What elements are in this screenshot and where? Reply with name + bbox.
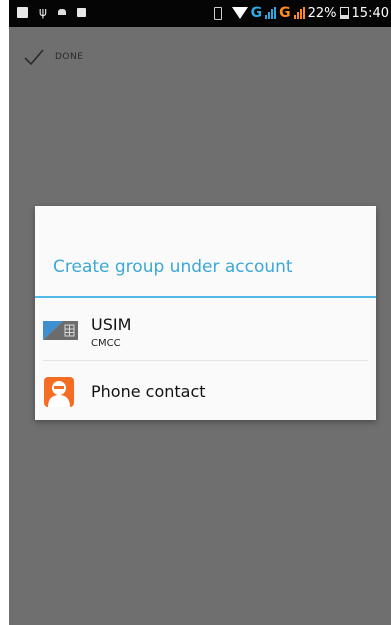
screen: ψ G G 22% 15:40 DONE Create group under … bbox=[9, 0, 391, 625]
status-bar: ψ G G 22% 15:40 bbox=[9, 0, 391, 27]
signal-strength-icon bbox=[265, 7, 277, 19]
wifi-icon bbox=[231, 7, 248, 19]
account-item-usim[interactable]: USIM CMCC bbox=[35, 301, 376, 360]
message-notification-icon bbox=[17, 6, 28, 18]
contact-person-icon bbox=[44, 377, 74, 407]
account-item-subtitle: CMCC bbox=[91, 338, 121, 349]
action-bar: DONE bbox=[9, 27, 391, 83]
checkmark-icon bbox=[24, 49, 44, 66]
notification-icon bbox=[76, 7, 86, 17]
usb-icon: ψ bbox=[39, 5, 47, 19]
account-item-phone-contact[interactable]: Phone contact bbox=[35, 362, 376, 421]
account-item-title: USIM bbox=[91, 315, 132, 334]
account-item-title: Phone contact bbox=[91, 382, 206, 401]
done-button[interactable]: DONE bbox=[23, 43, 83, 71]
sim-card-icon bbox=[43, 321, 78, 340]
clock: 15:40 bbox=[351, 5, 389, 21]
network-type-icon-2: G bbox=[279, 5, 291, 21]
download-icon bbox=[57, 9, 66, 15]
system-icons: G G 22% 15:40 bbox=[213, 5, 389, 21]
notification-icons: ψ bbox=[17, 6, 86, 18]
dialog-title: Create group under account bbox=[53, 257, 293, 277]
done-label: DONE bbox=[55, 52, 84, 62]
dialog-title-divider bbox=[35, 296, 376, 298]
network-type-icon: G bbox=[250, 5, 263, 21]
list-divider bbox=[43, 360, 368, 361]
create-group-dialog: Create group under account USIM CMCC Pho… bbox=[35, 206, 376, 420]
battery-icon bbox=[339, 7, 349, 19]
battery-percent: 22% bbox=[307, 5, 337, 21]
vibrate-icon bbox=[213, 6, 222, 20]
signal-strength-icon-2 bbox=[293, 7, 305, 19]
